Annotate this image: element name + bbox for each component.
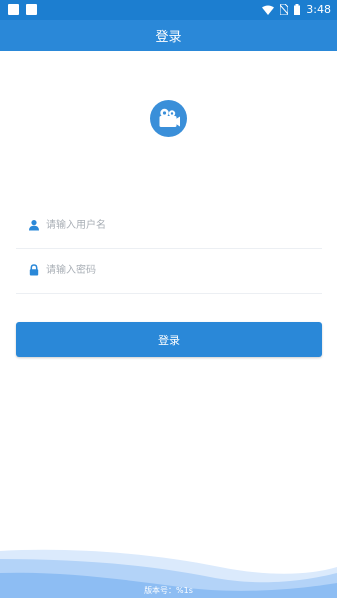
- lock-icon: [29, 264, 39, 276]
- status-system-icons: 3:48: [262, 3, 331, 16]
- login-button-label: 登录: [158, 333, 180, 347]
- no-sim-icon: [280, 4, 289, 15]
- page-title: 登录: [155, 30, 182, 45]
- video-camera-icon: [159, 108, 180, 127]
- notification-square-icon: [26, 4, 37, 15]
- login-button[interactable]: 登录: [16, 322, 322, 357]
- password-field: [16, 248, 322, 294]
- battery-icon: [294, 4, 301, 15]
- user-icon: [29, 220, 39, 231]
- status-notifications: [8, 4, 37, 15]
- app-logo: [150, 100, 187, 137]
- username-field: [16, 203, 322, 249]
- password-input[interactable]: [46, 260, 306, 280]
- app-bar: 登录: [0, 20, 337, 51]
- notification-square-icon: [8, 4, 19, 15]
- wifi-icon: [262, 5, 275, 15]
- status-time: 3:48: [306, 3, 331, 16]
- username-input[interactable]: [46, 215, 306, 235]
- version-label: 版本号：%1s: [144, 586, 193, 595]
- status-bar: 3:48: [0, 0, 337, 20]
